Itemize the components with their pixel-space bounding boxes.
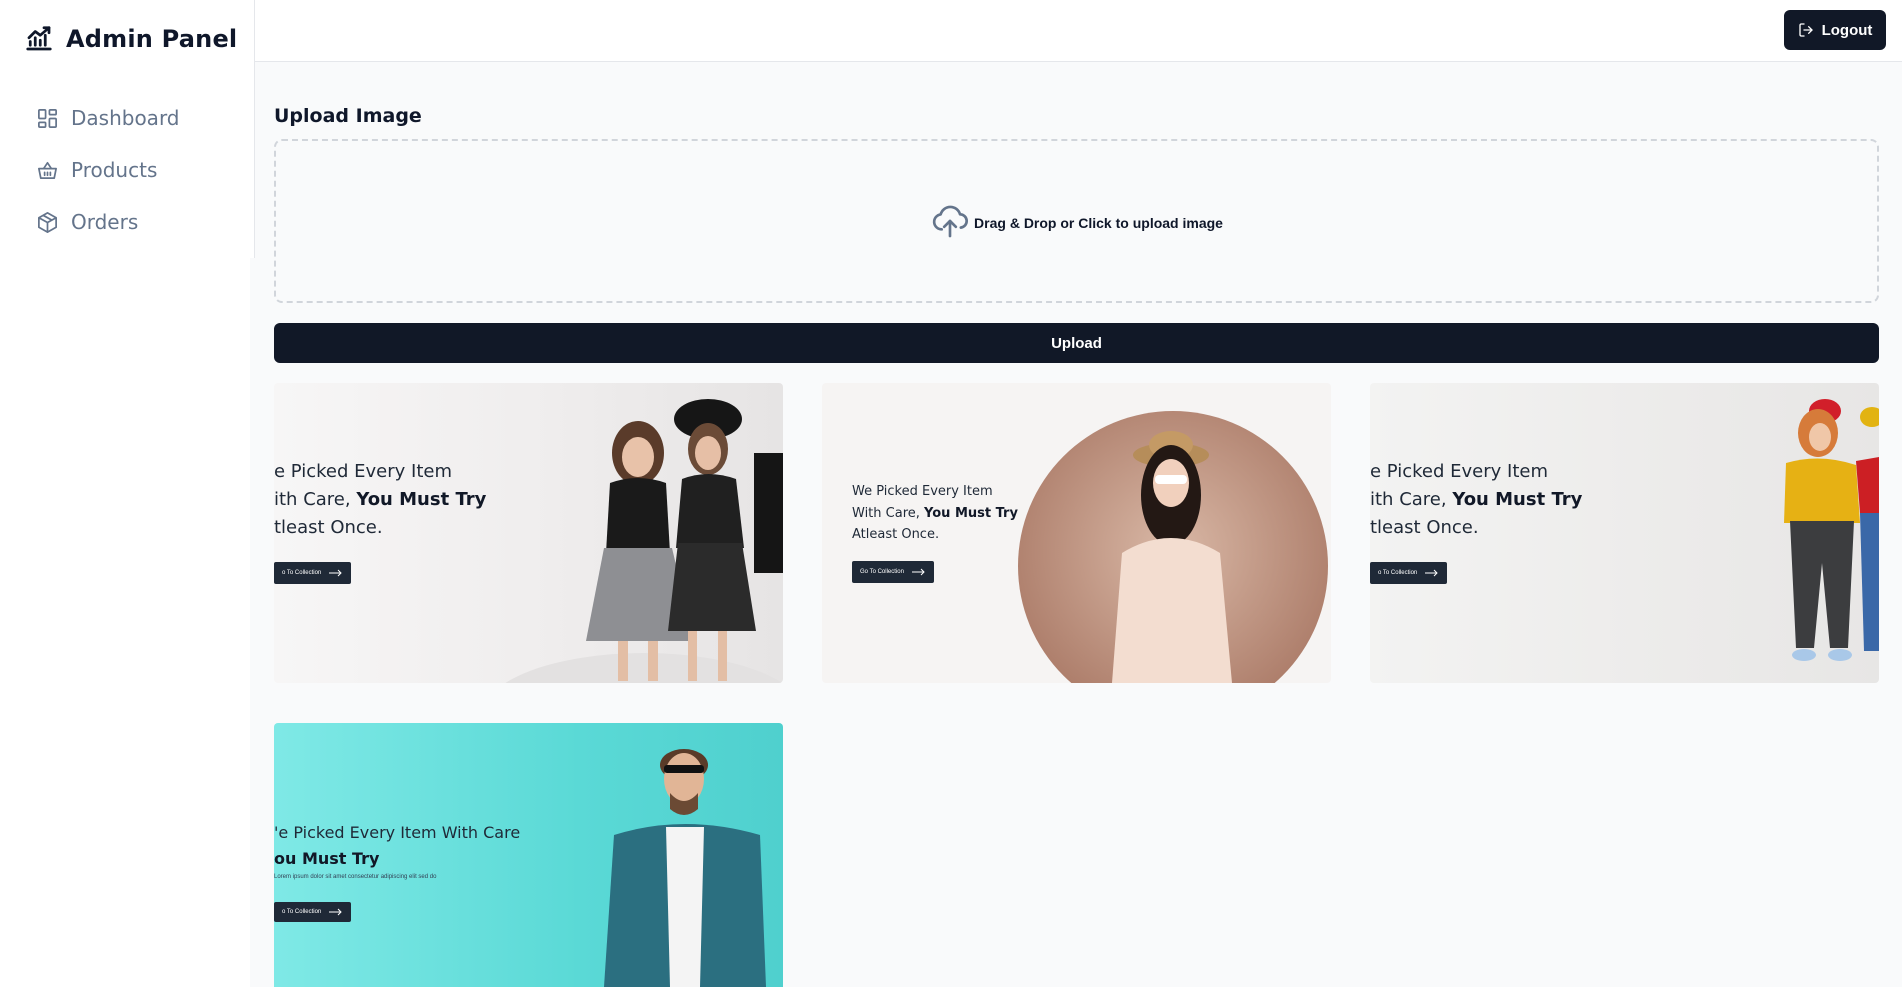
sidebar-nav: Dashboard Products Orders: [36, 92, 236, 248]
arrow-right-icon: [329, 908, 342, 916]
banner-card[interactable]: e Picked Every Item ith Care, You Must T…: [274, 383, 783, 683]
cta-label: Go To Collection: [860, 569, 904, 575]
sidebar-background: [0, 258, 250, 987]
basket-icon: [36, 159, 59, 182]
sidebar: Admin Panel Dashboard Products Orders: [0, 0, 255, 258]
cloud-upload-icon: [930, 201, 970, 241]
cta-label: o To Collection: [1378, 570, 1418, 576]
cta-label: o To Collection: [282, 570, 322, 576]
sidebar-item-products[interactable]: Products: [36, 144, 236, 196]
go-to-collection-button[interactable]: o To Collection: [274, 562, 352, 584]
sidebar-item-dashboard[interactable]: Dashboard: [36, 92, 236, 144]
sidebar-item-orders[interactable]: Orders: [36, 196, 236, 248]
banner-card[interactable]: 'e Picked Every Item With Care ou Must T…: [274, 723, 783, 987]
banner-line: We Picked Every Item: [852, 484, 993, 499]
banner-line: tleast Once.: [274, 517, 383, 538]
banner-line-strong: You Must Try: [1452, 489, 1583, 510]
banner-line: e Picked Every Item: [274, 461, 453, 482]
go-to-collection-button[interactable]: o To Collection: [274, 902, 352, 922]
package-icon: [36, 211, 59, 234]
arrow-right-icon: [1425, 569, 1438, 577]
banner-line-strong: ou Must Try: [274, 849, 380, 868]
logout-label: Logout: [1821, 21, 1873, 39]
banner-line: ith Care, You Must Try: [1370, 486, 1582, 514]
banner-line-prefix: ith Care,: [274, 489, 357, 510]
topbar: Logout: [255, 0, 1902, 62]
banner-text: e Picked Every Item ith Care, You Must T…: [1370, 458, 1582, 542]
go-to-collection-button[interactable]: Go To Collection: [852, 561, 934, 583]
banner-line-prefix: With Care,: [852, 505, 925, 521]
chart-line-icon: [24, 24, 54, 54]
upload-title: Upload Image: [274, 105, 422, 127]
banner-text: e Picked Every Item ith Care, You Must T…: [274, 458, 486, 542]
banner-card[interactable]: e Picked Every Item ith Care, You Must T…: [1370, 383, 1879, 683]
banner-line: tleast Once.: [1370, 517, 1479, 538]
banner-line-strong: You Must Try: [356, 489, 487, 510]
brand-title: Admin Panel: [66, 25, 238, 53]
banner-line: Atleast Once.: [852, 527, 940, 542]
banner-line-strong: You Must Try: [924, 505, 1018, 521]
dropzone-text: Drag & Drop or Click to upload image: [974, 215, 1223, 231]
brand[interactable]: Admin Panel: [24, 22, 237, 56]
dashboard-icon: [36, 107, 59, 130]
image-dropzone[interactable]: Drag & Drop or Click to upload image: [274, 139, 1879, 303]
banner-line: ith Care, You Must Try: [274, 486, 486, 514]
banner-line-prefix: ith Care,: [1370, 489, 1453, 510]
arrow-right-icon: [911, 568, 925, 576]
sidebar-item-label: Products: [71, 158, 158, 182]
go-to-collection-button[interactable]: o To Collection: [1370, 562, 1448, 584]
banner-fine-print: Lorem ipsum dolor sit amet consectetur a…: [274, 874, 437, 880]
banner-card[interactable]: We Picked Every Item With Care, You Must…: [822, 383, 1331, 683]
banner-line: 'e Picked Every Item With Care: [274, 823, 521, 842]
banner-text: 'e Picked Every Item With Care ou Must T…: [274, 820, 520, 872]
banner-text: We Picked Every Item With Care, You Must…: [852, 481, 1018, 546]
banner-line: e Picked Every Item: [1370, 461, 1549, 482]
arrow-right-icon: [329, 569, 342, 577]
upload-button[interactable]: Upload: [274, 323, 1879, 363]
cta-label: o To Collection: [282, 909, 322, 915]
logout-icon: [1798, 22, 1814, 38]
logout-button[interactable]: Logout: [1784, 10, 1886, 50]
sidebar-item-label: Orders: [71, 210, 139, 234]
sidebar-item-label: Dashboard: [71, 106, 180, 130]
banner-line: With Care, You Must Try: [852, 503, 1018, 525]
